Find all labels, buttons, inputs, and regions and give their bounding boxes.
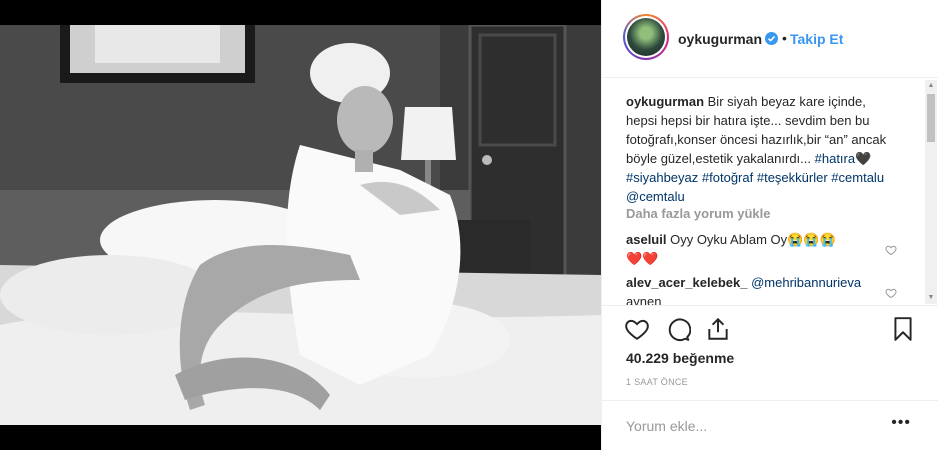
hashtag-fotograf[interactable]: #fotoğraf xyxy=(702,170,753,185)
post-actions xyxy=(602,308,938,348)
add-comment-input[interactable] xyxy=(626,416,886,436)
separator-dot: • xyxy=(782,30,787,46)
comment-mention[interactable]: @mehribannurieva xyxy=(751,275,861,290)
comment-item: aseluil Oyy Oyku Ablam Oy😭😭😭 ❤️❤️ xyxy=(626,230,896,268)
post-username[interactable]: oykugurman xyxy=(678,31,762,47)
more-options-icon[interactable]: ••• xyxy=(891,414,911,432)
caption-username[interactable]: oykugurman xyxy=(626,94,704,109)
hashtag-hatira[interactable]: #hatıra🖤 xyxy=(815,151,872,166)
scroll-down-arrow-icon[interactable]: ▼ xyxy=(927,294,935,302)
post-header: oykugurman • Takip Et xyxy=(602,0,938,78)
comment-username[interactable]: aseluil xyxy=(626,232,666,247)
mention-cemtalu[interactable]: @cemtalu xyxy=(626,189,685,204)
hashtag-siyahbeyaz[interactable]: #siyahbeyaz xyxy=(626,170,698,185)
like-heart-icon[interactable] xyxy=(624,316,650,342)
comment-bubble-icon[interactable] xyxy=(665,316,691,342)
scroll-up-arrow-icon[interactable]: ▲ xyxy=(927,82,935,90)
verified-badge-icon xyxy=(765,32,778,45)
comment-username[interactable]: alev_acer_kelebek_ xyxy=(626,275,747,290)
comment-text: Oyy Oyku Ablam Oy😭😭😭 xyxy=(670,232,836,247)
load-more-comments[interactable]: Daha fazla yorum yükle xyxy=(626,206,771,221)
comment-text-line2: ❤️❤️ xyxy=(626,251,659,266)
add-comment-section: ••• xyxy=(602,400,938,450)
caption: oykugurman Bir siyah beyaz kare içinde, … xyxy=(626,92,896,206)
comments-list[interactable]: oykugurman Bir siyah beyaz kare içinde, … xyxy=(602,78,938,306)
scroll-thumb[interactable] xyxy=(927,94,935,142)
comment-text: aynen xyxy=(626,294,662,306)
like-comment-heart-icon[interactable] xyxy=(885,244,897,256)
post-timestamp[interactable]: 1 SAAT ÖNCE xyxy=(626,377,688,387)
post-photo-frame xyxy=(0,0,601,450)
comment-item: alev_acer_kelebek_ @mehribannurieva ayne… xyxy=(626,273,896,306)
post-sidebar: oykugurman • Takip Et oykugurman Bir siy… xyxy=(601,0,938,450)
avatar[interactable] xyxy=(623,14,669,60)
follow-button[interactable]: Takip Et xyxy=(790,31,843,47)
photo-illustration xyxy=(0,25,601,425)
bookmark-save-icon[interactable] xyxy=(890,316,916,342)
post-photo[interactable] xyxy=(0,25,601,425)
comments-scrollbar[interactable]: ▲ ▼ xyxy=(925,80,937,304)
hashtag-cemtalu[interactable]: #cemtalu xyxy=(831,170,884,185)
likes-count[interactable]: 40.229 beğenme xyxy=(626,350,734,366)
like-comment-heart-icon[interactable] xyxy=(885,287,897,299)
hashtag-tesekkurler[interactable]: #teşekkürler xyxy=(757,170,828,185)
share-upload-icon[interactable] xyxy=(705,316,731,342)
